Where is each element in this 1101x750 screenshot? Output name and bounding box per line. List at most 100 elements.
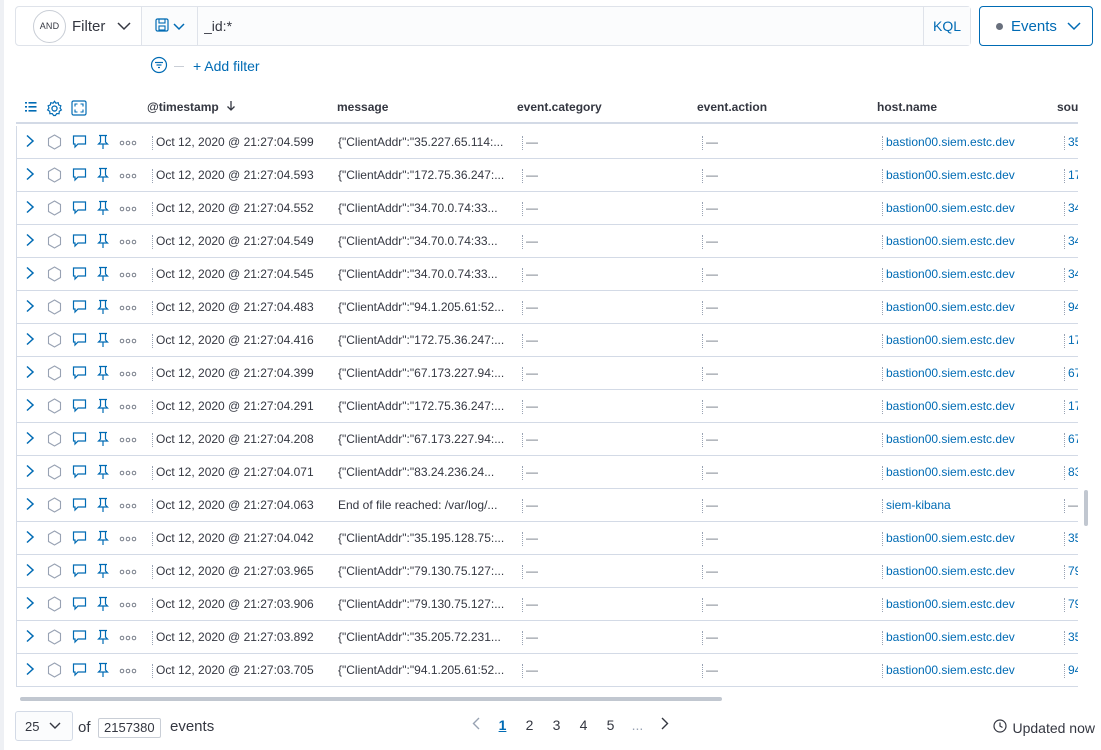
cell-drag-handle[interactable] xyxy=(152,433,154,447)
select-row-hexagon-icon[interactable] xyxy=(47,299,62,318)
cell-source-ip[interactable]: 35 xyxy=(1068,531,1078,545)
cell-drag-handle[interactable] xyxy=(882,400,884,414)
horizontal-scrollbar[interactable] xyxy=(20,697,722,701)
vertical-scrollbar[interactable] xyxy=(1084,490,1088,526)
cell-drag-handle[interactable] xyxy=(882,664,884,678)
pin-event-icon[interactable] xyxy=(97,530,109,549)
add-note-comment-icon[interactable] xyxy=(72,200,87,218)
more-actions-icon[interactable] xyxy=(119,334,137,348)
cell-host-name-link[interactable]: bastion00.siem.estc.dev xyxy=(886,234,1036,248)
expand-row-chevron-icon[interactable] xyxy=(25,431,35,448)
pin-event-icon[interactable] xyxy=(97,332,109,351)
cell-drag-handle[interactable] xyxy=(152,664,154,678)
cell-drag-handle[interactable] xyxy=(1064,499,1066,513)
cell-drag-handle[interactable] xyxy=(702,400,704,414)
table-row[interactable]: Oct 12, 2020 @ 21:27:04.291 {"ClientAddr"… xyxy=(17,390,1078,423)
cell-drag-handle[interactable] xyxy=(1064,598,1066,612)
cell-drag-handle[interactable] xyxy=(882,367,884,381)
cell-drag-handle[interactable] xyxy=(882,433,884,447)
cell-host-name-link[interactable]: bastion00.siem.estc.dev xyxy=(886,333,1036,347)
expand-row-chevron-icon[interactable] xyxy=(25,167,35,184)
cell-drag-handle[interactable] xyxy=(702,631,704,645)
cell-host-name-link[interactable]: bastion00.siem.estc.dev xyxy=(886,465,1036,479)
pin-event-icon[interactable] xyxy=(97,365,109,384)
query-input[interactable] xyxy=(198,7,923,45)
more-actions-icon[interactable] xyxy=(119,664,137,678)
add-note-comment-icon[interactable] xyxy=(72,431,87,449)
cell-drag-handle[interactable] xyxy=(522,367,524,381)
pin-event-icon[interactable] xyxy=(97,464,109,483)
expand-row-chevron-icon[interactable] xyxy=(25,398,35,415)
more-actions-icon[interactable] xyxy=(119,400,137,414)
cell-drag-handle[interactable] xyxy=(152,235,154,249)
kql-toggle-button[interactable]: KQL xyxy=(923,7,970,45)
cell-drag-handle[interactable] xyxy=(702,169,704,183)
cell-source-ip[interactable]: 17 xyxy=(1068,168,1078,182)
cell-drag-handle[interactable] xyxy=(1064,169,1066,183)
cell-drag-handle[interactable] xyxy=(152,565,154,579)
cell-drag-handle[interactable] xyxy=(1064,268,1066,282)
cell-drag-handle[interactable] xyxy=(702,598,704,612)
cell-drag-handle[interactable] xyxy=(152,532,154,546)
more-actions-icon[interactable] xyxy=(119,499,137,513)
pagination-page-4[interactable]: 4 xyxy=(570,717,597,733)
column-header-source[interactable]: sou xyxy=(1057,100,1078,114)
add-note-comment-icon[interactable] xyxy=(72,398,87,416)
cell-source-ip[interactable]: 67 xyxy=(1068,366,1078,380)
cell-drag-handle[interactable] xyxy=(522,334,524,348)
cell-drag-handle[interactable] xyxy=(882,631,884,645)
expand-row-chevron-icon[interactable] xyxy=(25,563,35,580)
expand-row-chevron-icon[interactable] xyxy=(25,629,35,646)
cell-source-ip[interactable]: 83 xyxy=(1068,465,1078,479)
column-header-event-action[interactable]: event.action xyxy=(697,100,767,114)
cell-source-ip[interactable]: 79 xyxy=(1068,597,1078,611)
cell-drag-handle[interactable] xyxy=(1064,532,1066,546)
cell-drag-handle[interactable] xyxy=(522,598,524,612)
add-note-comment-icon[interactable] xyxy=(72,233,87,251)
select-row-hexagon-icon[interactable] xyxy=(47,167,62,186)
cell-drag-handle[interactable] xyxy=(522,631,524,645)
cell-drag-handle[interactable] xyxy=(522,664,524,678)
column-header-timestamp[interactable]: @timestamp xyxy=(147,100,236,114)
expand-row-chevron-icon[interactable] xyxy=(25,299,35,316)
select-row-hexagon-icon[interactable] xyxy=(47,530,62,549)
pagination-page-2[interactable]: 2 xyxy=(516,717,543,733)
cell-drag-handle[interactable] xyxy=(882,499,884,513)
cell-source-ip[interactable]: 17 xyxy=(1068,333,1078,347)
cell-drag-handle[interactable] xyxy=(882,202,884,216)
cell-drag-handle[interactable] xyxy=(702,664,704,678)
cell-drag-handle[interactable] xyxy=(152,136,154,150)
list-icon[interactable] xyxy=(24,100,38,117)
rows-per-page-select[interactable]: 25 xyxy=(15,711,73,741)
select-row-hexagon-icon[interactable] xyxy=(47,266,62,285)
gear-icon[interactable] xyxy=(46,100,63,120)
cell-drag-handle[interactable] xyxy=(702,301,704,315)
table-row[interactable]: Oct 12, 2020 @ 21:27:04.071 {"ClientAddr"… xyxy=(17,456,1078,489)
cell-drag-handle[interactable] xyxy=(882,235,884,249)
cell-drag-handle[interactable] xyxy=(882,532,884,546)
cell-drag-handle[interactable] xyxy=(1064,301,1066,315)
cell-host-name-link[interactable]: bastion00.siem.estc.dev xyxy=(886,300,1036,314)
table-row[interactable]: Oct 12, 2020 @ 21:27:04.483 {"ClientAddr"… xyxy=(17,291,1078,324)
more-actions-icon[interactable] xyxy=(119,565,137,579)
expand-row-chevron-icon[interactable] xyxy=(25,332,35,349)
more-actions-icon[interactable] xyxy=(119,235,137,249)
expand-row-chevron-icon[interactable] xyxy=(25,134,35,151)
cell-source-ip[interactable]: 34 xyxy=(1068,234,1078,248)
add-note-comment-icon[interactable] xyxy=(72,497,87,515)
table-row[interactable]: Oct 12, 2020 @ 21:27:04.063 End of file r… xyxy=(17,489,1078,522)
table-row[interactable]: Oct 12, 2020 @ 21:27:04.208 {"ClientAddr"… xyxy=(17,423,1078,456)
expand-row-chevron-icon[interactable] xyxy=(25,530,35,547)
cell-drag-handle[interactable] xyxy=(152,631,154,645)
select-row-hexagon-icon[interactable] xyxy=(47,365,62,384)
fullscreen-icon[interactable] xyxy=(71,100,87,119)
pagination-next-icon[interactable] xyxy=(651,717,678,733)
table-row[interactable]: Oct 12, 2020 @ 21:27:04.416 {"ClientAddr"… xyxy=(17,324,1078,357)
cell-drag-handle[interactable] xyxy=(882,136,884,150)
cell-drag-handle[interactable] xyxy=(702,334,704,348)
expand-row-chevron-icon[interactable] xyxy=(25,497,35,514)
cell-drag-handle[interactable] xyxy=(702,136,704,150)
cell-host-name-link[interactable]: bastion00.siem.estc.dev xyxy=(886,630,1036,644)
table-row[interactable]: Oct 12, 2020 @ 21:27:04.042 {"ClientAddr"… xyxy=(17,522,1078,555)
add-note-comment-icon[interactable] xyxy=(72,134,87,152)
